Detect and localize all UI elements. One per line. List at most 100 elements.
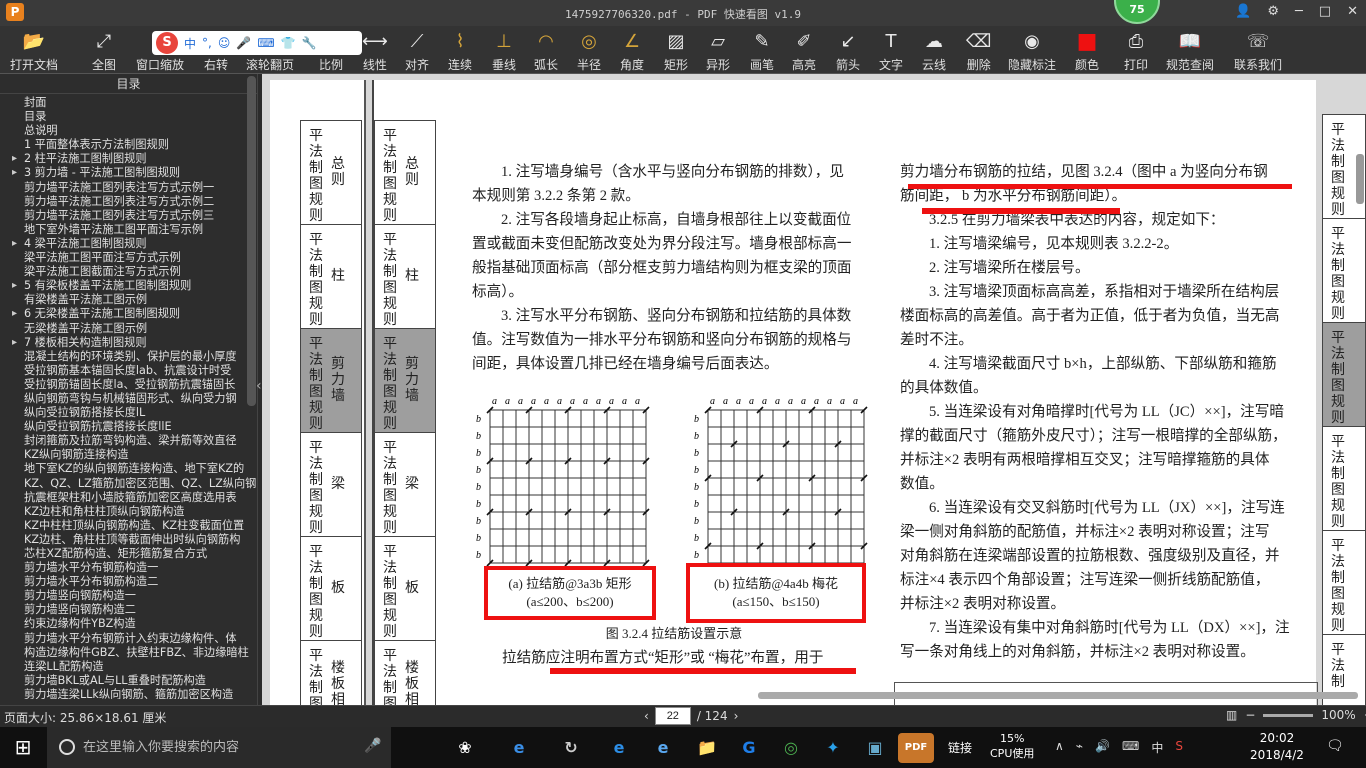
toc-item[interactable]: 剪力墙水平分布钢筋构造一 xyxy=(6,561,257,575)
windows-start-icon[interactable]: ⊞ xyxy=(0,727,46,768)
toc-item[interactable]: 剪力墙平法施工图列表注写方式示例三 xyxy=(6,209,257,223)
perpendicular-button[interactable]: ⊥ 垂线 xyxy=(492,30,516,74)
toc-item[interactable]: 1 平面整体表示方法制图规则 xyxy=(6,138,257,152)
skin-icon[interactable]: 👕 xyxy=(281,36,296,50)
toc-item[interactable]: 有梁楼盖平法施工图示例 xyxy=(6,293,257,307)
browser-icon[interactable]: e xyxy=(504,733,534,763)
toc-item[interactable]: 剪力墙水平分布钢筋计入约束边缘构件、体 xyxy=(6,632,257,646)
toc-item[interactable]: 构造边缘构件GBZ、扶壁柱FBZ、非边缘暗柱 xyxy=(6,646,257,660)
contact-us-button[interactable]: ☏ 联系我们 xyxy=(1234,30,1282,74)
radius-button[interactable]: ◎ 半径 xyxy=(577,30,601,74)
toc-item[interactable]: 混凝土结构的环境类别、保护层的最小厚度 xyxy=(6,350,257,364)
file-explorer-icon[interactable]: 📁 xyxy=(692,733,722,763)
emoji-icon[interactable]: ☺ xyxy=(218,36,231,50)
wifi-icon[interactable]: ⌁ xyxy=(1076,739,1083,756)
network-app-icon[interactable]: ✦ xyxy=(818,733,848,763)
pdf-viewer-taskbar-icon[interactable]: PDF xyxy=(898,733,934,763)
current-page-input[interactable] xyxy=(654,707,691,725)
rectangle-button[interactable]: ▨ 矩形 xyxy=(664,30,688,74)
toc-item[interactable]: 抗震框架柱和小墙肢箍筋加密区高度选用表 xyxy=(6,491,257,505)
close-button[interactable]: ✕ xyxy=(1347,4,1358,19)
g-app-icon[interactable]: G xyxy=(734,733,764,763)
chevron-up-icon[interactable]: ∧ xyxy=(1055,739,1064,756)
clock[interactable]: 20:02 2018/4/2 xyxy=(1240,730,1314,764)
arc-length-button[interactable]: ◠ 弧长 xyxy=(534,30,558,74)
toc-item[interactable]: 连梁LL配筋构造 xyxy=(6,660,257,674)
toc-item[interactable]: 受拉钢筋锚固长度la、受拉钢筋抗震锚固长 xyxy=(6,378,257,392)
view-mode-icon[interactable]: ▥ xyxy=(1226,708,1237,722)
arrow-button[interactable]: ↙ 箭头 xyxy=(836,30,860,74)
toc-item[interactable]: KZ边柱和角柱柱顶纵向钢筋构造 xyxy=(6,505,257,519)
microphone-icon[interactable]: 🎤 xyxy=(236,36,251,50)
toc-item[interactable]: 剪力墙竖向钢筋构造一 xyxy=(6,589,257,603)
toc-item[interactable]: 2 柱平法施工图制图规则 xyxy=(6,152,257,166)
toc-item[interactable]: 纵向钢筋弯钩与机械锚固形式、纵向受力钢 xyxy=(6,392,257,406)
toc-item[interactable]: 目录 xyxy=(6,110,257,124)
linear-measure-button[interactable]: ⟷ 线性 xyxy=(362,30,388,74)
open-document-button[interactable]: 📂 打开文档 xyxy=(10,30,58,74)
link-label[interactable]: 链接 xyxy=(948,739,972,756)
toc-item[interactable]: 纵向受拉钢筋抗震搭接长度llE xyxy=(6,420,257,434)
toc-item[interactable]: KZ边柱、角柱柱顶等截面伸出时纵向钢筋构 xyxy=(6,533,257,547)
toc-item[interactable]: 剪力墙平法施工图列表注写方式示例一 xyxy=(6,181,257,195)
toc-item[interactable]: 梁平法施工图截面注写方式示例 xyxy=(6,265,257,279)
align-measure-button[interactable]: ⟋ 对齐 xyxy=(405,30,429,74)
toc-item[interactable]: 剪力墙平法施工图列表注写方式示例二 xyxy=(6,195,257,209)
viewer-hscrollbar[interactable] xyxy=(758,692,1358,699)
taskbar-search-box[interactable]: 在这里输入你要搜索的内容 xyxy=(47,727,391,768)
toc-item[interactable]: 4 梁平法施工图制图规则 xyxy=(6,237,257,251)
collapse-sidebar-icon[interactable]: ‹ xyxy=(256,378,262,394)
volume-icon[interactable]: 🔊 xyxy=(1095,739,1110,756)
viewer-scrollbar[interactable] xyxy=(1356,154,1364,204)
toc-item[interactable]: 剪力墙竖向钢筋构造二 xyxy=(6,603,257,617)
ime-punct-toggle[interactable]: °, xyxy=(202,36,212,50)
wrench-icon[interactable]: 🔧 xyxy=(302,36,317,50)
toc-item[interactable]: 总说明 xyxy=(6,124,257,138)
toc-item[interactable]: KZ、QZ、LZ箍筋加密区范围、QZ、LZ纵向钢 xyxy=(6,477,257,491)
toc-item[interactable]: 地下室外墙平法施工图平面注写示例 xyxy=(6,223,257,237)
continuous-measure-button[interactable]: ⌇ 连续 xyxy=(448,30,472,74)
document-viewer[interactable]: 平法制图规则 总则 平法制图规则柱平法制图规则 剪力墙 平法制图规则梁平法制图规则板平法… xyxy=(262,74,1366,705)
toc-item[interactable]: 地下室KZ的纵向钢筋连接构造、地下室KZ的 xyxy=(6,462,257,476)
toc-item[interactable]: 5 有梁板楼盖平法施工图制图规则 xyxy=(6,279,257,293)
hide-annotations-button[interactable]: ◉ 隐藏标注 xyxy=(1008,30,1056,74)
fan-app-icon[interactable]: ❀ xyxy=(450,733,480,763)
next-page-button[interactable]: › xyxy=(734,709,739,723)
user-icon[interactable]: 👤 xyxy=(1235,4,1251,19)
maximize-button[interactable]: □ xyxy=(1319,4,1331,19)
edge-icon[interactable]: e xyxy=(604,733,634,763)
color-button[interactable]: ■ 颜色 xyxy=(1075,30,1099,74)
sogou-logo-icon[interactable]: S xyxy=(156,32,178,54)
keyboard-icon[interactable]: ⌨ xyxy=(257,36,274,50)
spec-lookup-button[interactable]: 📖 规范查阅 xyxy=(1166,30,1214,74)
highlight-button[interactable]: ✐ 高亮 xyxy=(792,30,816,74)
toc-item[interactable]: 剪力墙连梁LLk纵向钢筋、箍筋加密区构造 xyxy=(6,688,257,699)
toc-item[interactable]: KZ纵向钢筋连接构造 xyxy=(6,448,257,462)
toc-item[interactable]: 芯柱XZ配筋构造、矩形箍筋复合方式 xyxy=(6,547,257,561)
cloud-line-button[interactable]: ☁ 云线 xyxy=(922,30,946,74)
360-browser-icon[interactable]: ◎ xyxy=(776,733,806,763)
ime-lang-toggle[interactable]: 中 xyxy=(184,35,196,52)
minimize-button[interactable]: ─ xyxy=(1295,4,1303,19)
toc-item[interactable]: 梁平法施工图平面注写方式示例 xyxy=(6,251,257,265)
toc-item[interactable]: 受拉钢筋基本锚固长度lab、抗震设计时受 xyxy=(6,364,257,378)
toc-item[interactable]: 6 无梁楼盖平法施工图制图规则 xyxy=(6,307,257,321)
delete-button[interactable]: ⌫ 删除 xyxy=(966,30,991,74)
zoom-slider[interactable] xyxy=(1263,713,1314,717)
toc-item[interactable]: 3 剪力墙 - 平法施工图制图规则 xyxy=(6,166,257,180)
zoom-out-button[interactable]: − xyxy=(1245,708,1255,722)
print-button[interactable]: ⎙ 打印 xyxy=(1124,30,1148,74)
toc-item[interactable]: 封闭箍筋及拉筋弯钩构造、梁并筋等效直径 xyxy=(6,434,257,448)
toc-item[interactable]: 封面 xyxy=(6,96,257,110)
keyboard-icon[interactable]: ⌨ xyxy=(1122,739,1139,756)
pen-button[interactable]: ✎ 画笔 xyxy=(750,30,774,74)
toc-scrollbar[interactable] xyxy=(247,76,256,406)
ie-icon[interactable]: e xyxy=(648,733,678,763)
polygon-button[interactable]: ▱ 异形 xyxy=(706,30,730,74)
text-button[interactable]: T 文字 xyxy=(879,30,903,74)
settings-icon[interactable]: ⚙ xyxy=(1267,4,1279,19)
prev-page-button[interactable]: ‹ xyxy=(644,709,649,723)
toc-item[interactable]: 7 楼板相关构造制图规则 xyxy=(6,336,257,350)
toc-item[interactable]: 纵向受拉钢筋搭接长度lL xyxy=(6,406,257,420)
toc-item[interactable]: 剪力墙水平分布钢筋构造二 xyxy=(6,575,257,589)
